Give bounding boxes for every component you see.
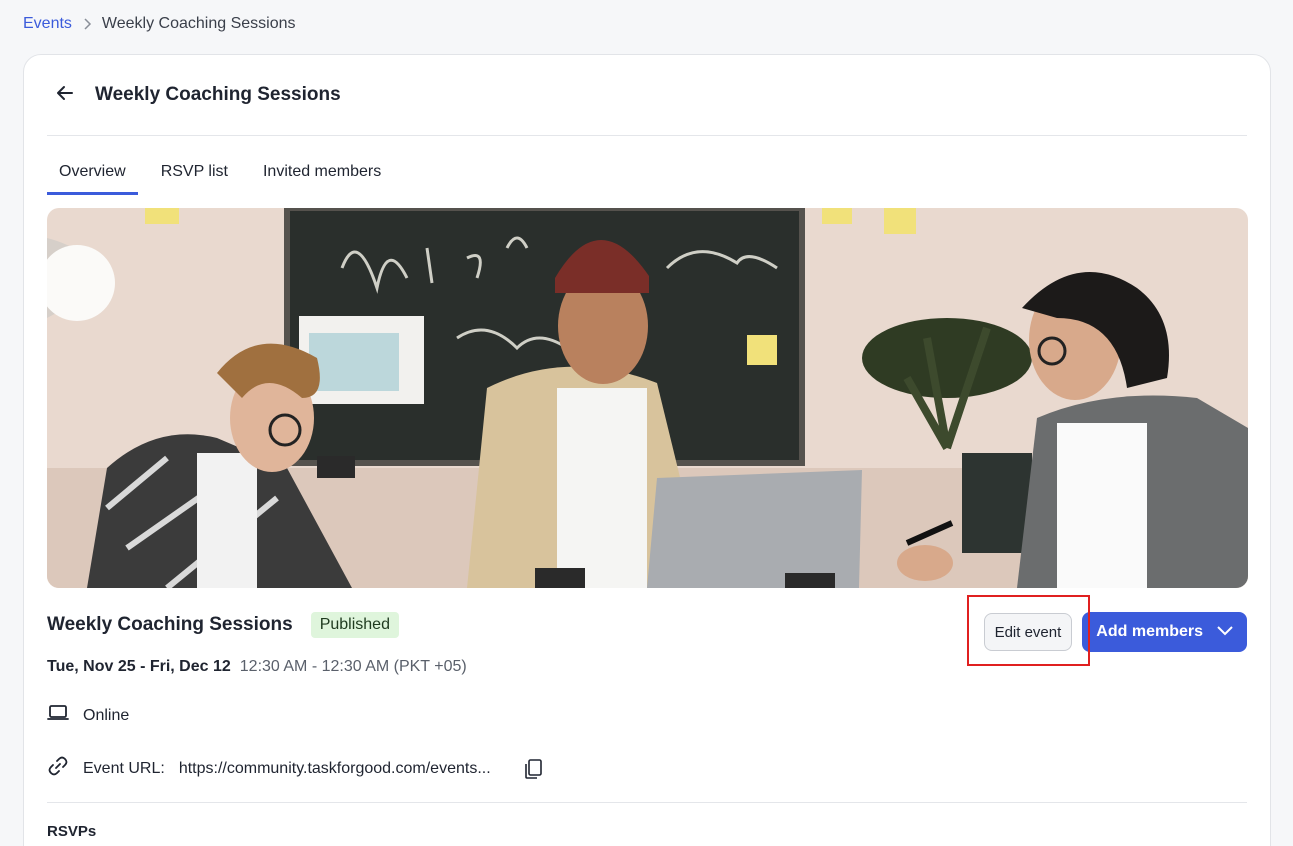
back-button[interactable] — [47, 77, 83, 113]
event-card: Weekly Coaching Sessions Overview RSVP l… — [23, 54, 1271, 846]
tab-overview[interactable]: Overview — [47, 159, 138, 195]
chevron-right-icon — [82, 18, 92, 30]
status-badge: Published — [310, 612, 399, 638]
event-url-row: Event URL: https://community.taskforgood… — [47, 755, 543, 782]
event-title-row: Weekly Coaching Sessions Published — [47, 612, 399, 638]
breadcrumb-events-link[interactable]: Events — [23, 15, 72, 33]
tab-rsvp-list[interactable]: RSVP list — [149, 159, 240, 195]
add-members-label: Add members — [1096, 623, 1203, 640]
event-cover-image — [47, 208, 1248, 588]
tab-invited-members[interactable]: Invited members — [251, 159, 393, 195]
laptop-icon — [47, 704, 69, 727]
chevron-down-icon — [1217, 623, 1233, 641]
link-icon — [47, 755, 69, 782]
breadcrumb-current: Weekly Coaching Sessions — [101, 15, 296, 32]
event-datetime: Tue, Nov 25 - Fri, Dec 12 12:30 AM - 12:… — [47, 658, 467, 676]
arrow-left-icon — [55, 83, 75, 108]
event-title: Weekly Coaching Sessions — [47, 614, 293, 635]
event-date-range: Tue, Nov 25 - Fri, Dec 12 — [47, 658, 231, 675]
breadcrumb: Events Weekly Coaching Sessions — [23, 15, 296, 33]
page-title: Weekly Coaching Sessions — [95, 84, 341, 105]
rsvps-heading: RSVPs — [47, 823, 97, 840]
event-url-value[interactable]: https://community.taskforgood.com/events… — [179, 760, 491, 778]
tab-bar: Overview RSVP list Invited members — [47, 159, 404, 195]
section-divider — [47, 802, 1247, 803]
event-time-range: 12:30 AM - 12:30 AM (PKT +05) — [239, 658, 467, 675]
event-url-label: Event URL: — [83, 759, 165, 777]
event-location: Online — [83, 706, 130, 724]
card-header: Weekly Coaching Sessions — [47, 55, 1247, 136]
edit-event-highlight — [967, 595, 1090, 666]
event-location-row: Online — [47, 704, 129, 727]
copy-icon[interactable] — [523, 758, 543, 780]
add-members-button[interactable]: Add members — [1082, 612, 1247, 652]
